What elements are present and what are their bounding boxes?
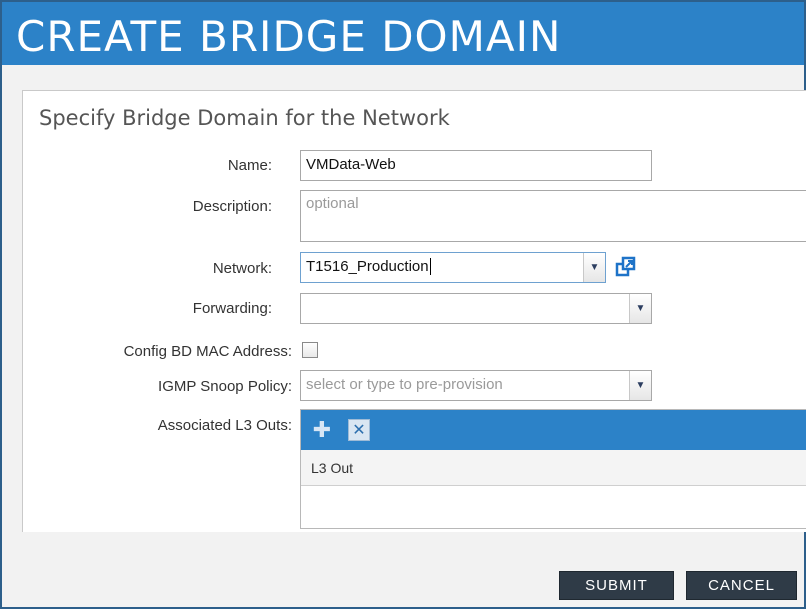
close-icon[interactable]: ✕ (348, 419, 370, 441)
description-label: Description: (192, 198, 272, 215)
forwarding-dropdown-button[interactable]: ▼ (629, 294, 651, 323)
dialog-title: CREATE BRIDGE DOMAIN (16, 12, 562, 61)
cancel-button[interactable]: CANCEL (686, 571, 797, 600)
name-label: Name: (227, 157, 272, 174)
l3outs-column-header[interactable]: L3 Out (301, 450, 806, 486)
dialog-title-bar: CREATE BRIDGE DOMAIN (2, 2, 804, 65)
create-bridge-domain-dialog: CREATE BRIDGE DOMAIN Specify Bridge Doma… (0, 0, 806, 609)
chevron-down-icon: ▼ (635, 302, 646, 314)
igmp-placeholder: select or type to pre-provision (306, 376, 503, 393)
network-label: Network: (212, 260, 272, 277)
l3outs-table: ✚ ✕ L3 Out (300, 409, 806, 529)
l3outs-label: Associated L3 Outs: (157, 417, 292, 434)
igmp-dropdown-button[interactable]: ▼ (629, 371, 651, 400)
forwarding-select[interactable]: ▼ (300, 293, 652, 324)
config-mac-label: Config BD MAC Address: (123, 343, 292, 360)
panel-title: Specify Bridge Domain for the Network (39, 106, 450, 130)
config-mac-checkbox[interactable] (302, 342, 318, 358)
plus-icon[interactable]: ✚ (311, 417, 333, 442)
igmp-policy-select[interactable]: select or type to pre-provision ▼ (300, 370, 652, 401)
l3outs-toolbar: ✚ ✕ (301, 410, 806, 450)
chevron-down-icon: ▼ (635, 379, 646, 391)
network-dropdown-button[interactable]: ▼ (583, 253, 605, 282)
description-field[interactable]: optional (300, 190, 806, 242)
submit-button[interactable]: SUBMIT (559, 571, 674, 600)
chevron-down-icon: ▼ (589, 261, 600, 273)
network-select[interactable]: T1516_Production ▼ (300, 252, 606, 283)
network-value: T1516_Production (306, 258, 429, 275)
open-external-icon[interactable] (615, 256, 637, 278)
name-input[interactable]: VMData-Web (300, 150, 652, 181)
forwarding-label: Forwarding: (192, 300, 272, 317)
igmp-label: IGMP Snoop Policy: (158, 378, 292, 395)
